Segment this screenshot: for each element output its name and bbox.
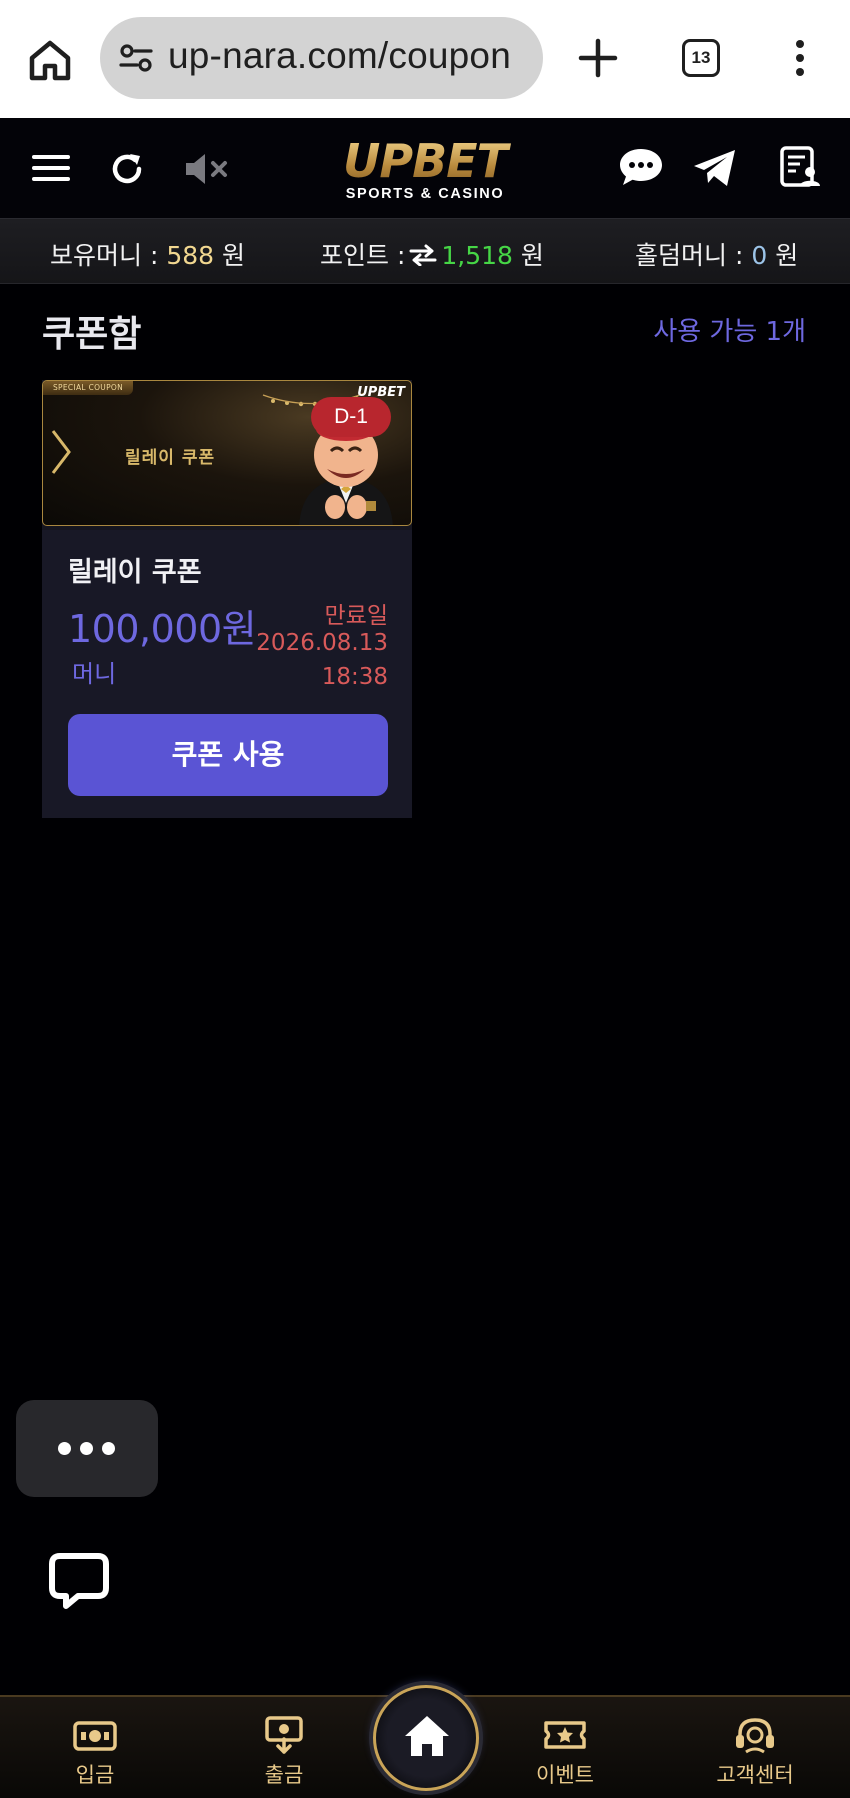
ticket-star-icon — [544, 1721, 586, 1749]
swap-arrows-icon[interactable] — [409, 244, 437, 266]
money-value: 588 — [166, 241, 215, 270]
mute-icon[interactable] — [184, 150, 230, 188]
nav-support[interactable]: 고객센터 — [695, 1715, 815, 1789]
browser-toolbar: up-nara.com/coupon 13 — [0, 0, 850, 118]
live-chat-icon[interactable] — [48, 1550, 110, 1612]
chevron-right-icon — [51, 430, 71, 474]
nav-support-label: 고객센터 — [716, 1763, 794, 1787]
site-header: UPBET SPORTS & CASINO — [0, 118, 850, 218]
banner-title: 릴레이 쿠폰 — [125, 448, 216, 468]
nav-event-label: 이벤트 — [536, 1763, 594, 1787]
point-value: 1,518 — [441, 241, 513, 270]
nav-home-button[interactable] — [373, 1685, 479, 1791]
upbet-logo[interactable]: UPBET SPORTS & CASINO — [310, 136, 540, 206]
coupon-card: SPECIAL COUPON 릴레이 쿠폰 UPBET D-1 릴레이 쿠폰 1… — [42, 380, 412, 818]
coupon-details: 릴레이 쿠폰 100,000원 머니 만료일 2026.08.13 18:38 … — [42, 530, 412, 818]
profile-document-icon[interactable] — [780, 146, 820, 188]
withdraw-icon — [265, 1716, 303, 1754]
d-day-badge: D-1 — [311, 397, 391, 437]
dot-icon — [102, 1442, 115, 1455]
money-balance: 보유머니 : 588 원 — [50, 241, 246, 270]
dot-icon — [58, 1442, 71, 1455]
balance-bar: 보유머니 : 588 원 포인트 : 1,518 원 홀덤머니 : 0 원 — [0, 218, 850, 284]
coupon-amount: 100,000원 — [68, 607, 257, 651]
nav-withdraw[interactable]: 출금 — [224, 1715, 344, 1789]
nav-deposit-label: 입금 — [75, 1763, 115, 1787]
address-bar[interactable]: up-nara.com/coupon — [100, 17, 543, 99]
more-options-button[interactable] — [16, 1400, 158, 1497]
hamburger-menu-icon[interactable] — [32, 153, 70, 183]
nav-event[interactable]: 이벤트 — [505, 1715, 625, 1789]
more-vert-icon[interactable] — [790, 38, 810, 78]
logo-subtitle: SPORTS & CASINO — [345, 186, 505, 202]
available-count: 사용 가능 1개 — [653, 317, 806, 347]
url-text[interactable]: up-nara.com/coupon — [168, 35, 511, 77]
logo-wordmark: UPBET — [310, 136, 540, 186]
page-title: 쿠폰함 — [42, 314, 142, 355]
point-balance: 포인트 : 1,518 원 — [320, 241, 544, 270]
holdem-value: 0 — [751, 241, 768, 270]
use-coupon-button[interactable]: 쿠폰 사용 — [68, 714, 388, 796]
expire-time: 18:38 — [321, 664, 388, 690]
tab-switcher-button[interactable]: 13 — [682, 39, 720, 77]
home-icon[interactable] — [26, 36, 74, 84]
refresh-icon[interactable] — [108, 150, 146, 188]
home-icon — [405, 1716, 449, 1756]
deposit-icon — [73, 1721, 117, 1751]
holdem-balance: 홀덤머니 : 0 원 — [635, 241, 799, 270]
headset-icon — [736, 1718, 774, 1754]
chat-bubble-icon[interactable] — [618, 146, 664, 188]
special-coupon-tag: SPECIAL COUPON — [43, 381, 134, 395]
coupon-unit: 머니 — [72, 660, 117, 688]
coupon-banner: SPECIAL COUPON 릴레이 쿠폰 UPBET D-1 — [42, 380, 412, 526]
dot-icon — [80, 1442, 93, 1455]
coupon-name: 릴레이 쿠폰 — [68, 557, 202, 588]
expire-date: 2026.08.13 — [256, 630, 388, 656]
expire-label: 만료일 — [324, 603, 388, 629]
nav-deposit[interactable]: 입금 — [35, 1715, 155, 1789]
site-settings-icon[interactable] — [118, 40, 154, 76]
nav-withdraw-label: 출금 — [264, 1763, 304, 1787]
telegram-icon[interactable] — [692, 148, 738, 188]
new-tab-icon[interactable] — [576, 36, 620, 80]
